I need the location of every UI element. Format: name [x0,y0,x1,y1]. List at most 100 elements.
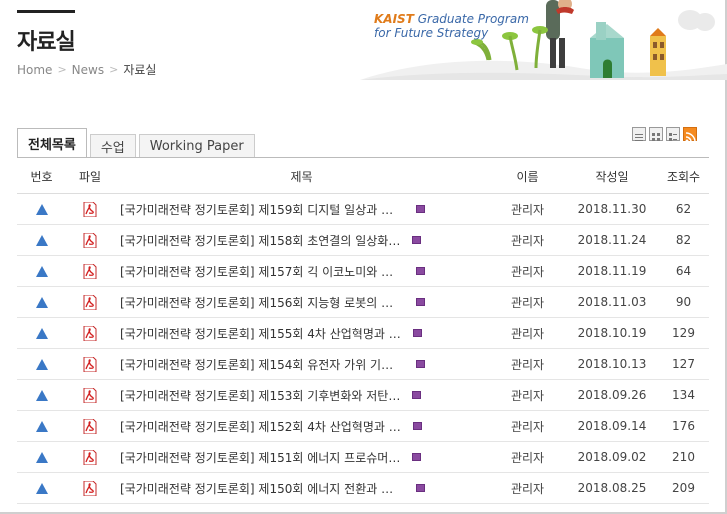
row-subject-link[interactable]: [국가미래전략 정기토론회] 제150회 에너지 전환과 미… [120,480,404,497]
row-file [66,317,114,349]
pdf-icon[interactable] [83,232,97,248]
header-date: 작성일 [566,160,658,194]
row-subject-cell: [국가미래전략 정기토론회] 제159회 디지털 일상과 스… [114,193,489,225]
tab-working-paper[interactable]: Working Paper [138,134,255,157]
tab-class[interactable]: 수업 [89,134,136,157]
list-view-icon[interactable] [632,127,646,141]
row-date: 2018.09.26 [566,379,658,411]
row-views: 127 [658,348,709,380]
table-row: [국가미래전략 정기토론회] 제154회 유전자 가위 기술… 관리자 2018… [17,348,709,380]
row-no [17,224,66,256]
pdf-icon[interactable] [83,480,97,496]
notice-icon [35,483,48,494]
pdf-icon[interactable] [83,325,97,341]
tab-all[interactable]: 전체목록 [17,128,87,157]
row-author: 관리자 [489,286,566,318]
pdf-icon[interactable] [83,449,97,465]
attachment-icon [412,391,422,399]
notice-icon [35,266,48,277]
row-subject-link[interactable]: [국가미래전략 정기토론회] 제151회 에너지 프로슈머… [120,449,400,466]
table-row: [국가미래전략 정기토론회] 제151회 에너지 프로슈머… 관리자 2018.… [17,441,709,473]
row-no [17,286,66,318]
table-row: [국가미래전략 정기토론회] 제152회 4차 산업혁명과 … 관리자 2018… [17,410,709,442]
rss-icon[interactable] [683,127,697,143]
row-subject-cell: [국가미래전략 정기토론회] 제155회 4차 산업혁명과 … [114,317,489,349]
row-subject-cell: [국가미래전략 정기토론회] 제152회 4차 산업혁명과 … [114,410,489,442]
attachment-icon [412,422,422,430]
row-no [17,379,66,411]
row-date: 2018.10.13 [566,348,658,380]
header-no: 번호 [17,160,66,194]
row-author: 관리자 [489,441,566,473]
view-mode-icons [632,127,697,143]
table-row: [국가미래전략 정기토론회] 제155회 4차 산업혁명과 … 관리자 2018… [17,317,709,349]
row-date: 2018.10.19 [566,317,658,349]
gallery-view-icon[interactable] [649,127,663,141]
row-subject-link[interactable]: [국가미래전략 정기토론회] 제158회 초연결의 일상화… [120,232,400,249]
row-subject-cell: [국가미래전략 정기토론회] 제158회 초연결의 일상화… [114,224,489,256]
attachment-icon [415,205,425,213]
header-banner: KAIST Graduate Program for Future Strate… [360,0,727,80]
attachment-icon [415,267,425,275]
tab-divider [17,157,709,158]
row-file [66,379,114,411]
row-author: 관리자 [489,379,566,411]
pdf-icon[interactable] [83,201,97,217]
row-subject-link[interactable]: [국가미래전략 정기토론회] 제157회 긱 이코노미와 일… [120,263,404,280]
notice-icon [35,328,48,339]
pdf-icon[interactable] [83,263,97,279]
pdf-icon[interactable] [83,294,97,310]
row-subject-link[interactable]: [국가미래전략 정기토론회] 제152회 4차 산업혁명과 … [120,418,401,435]
row-subject-cell: [국가미래전략 정기토론회] 제153회 기후변화와 저탄… [114,379,489,411]
breadcrumb-current: 자료실 [123,63,157,77]
breadcrumb-news[interactable]: News [72,63,104,77]
pdf-icon[interactable] [83,356,97,372]
row-no [17,472,66,504]
row-author: 관리자 [489,317,566,349]
breadcrumb: Home > News > 자료실 [17,61,156,78]
banner-line1-text: Graduate Program [417,12,529,26]
pdf-icon[interactable] [83,418,97,434]
row-date: 2018.08.25 [566,472,658,504]
row-subject-link[interactable]: [국가미래전략 정기토론회] 제155회 4차 산업혁명과 … [120,325,401,342]
row-no [17,348,66,380]
row-no [17,193,66,225]
row-author: 관리자 [489,255,566,287]
notice-icon [35,452,48,463]
row-file [66,193,114,225]
breadcrumb-home[interactable]: Home [17,63,52,77]
row-subject-link[interactable]: [국가미래전략 정기토론회] 제153회 기후변화와 저탄… [120,387,400,404]
row-no [17,410,66,442]
table-row: [국가미래전략 정기토론회] 제157회 긱 이코노미와 일… 관리자 2018… [17,255,709,287]
pdf-icon[interactable] [83,387,97,403]
table-row: [국가미래전략 정기토론회] 제159회 디지털 일상과 스… 관리자 2018… [17,193,709,225]
row-subject-cell: [국가미래전략 정기토론회] 제150회 에너지 전환과 미… [114,472,489,504]
header-file: 파일 [66,160,114,194]
row-subject-cell: [국가미래전략 정기토론회] 제154회 유전자 가위 기술… [114,348,489,380]
row-subject-link[interactable]: [국가미래전략 정기토론회] 제154회 유전자 가위 기술… [120,356,404,373]
row-date: 2018.11.24 [566,224,658,256]
notice-icon [35,235,48,246]
row-subject-link[interactable]: [국가미래전략 정기토론회] 제156회 지능형 로봇의 미… [120,294,404,311]
row-subject-link[interactable]: [국가미래전략 정기토론회] 제159회 디지털 일상과 스… [120,201,404,218]
chevron-right-icon: > [57,63,67,76]
title-accent-bar [17,10,75,13]
row-date: 2018.11.19 [566,255,658,287]
header-author: 이름 [489,160,566,194]
table-row: [국가미래전략 정기토론회] 제150회 에너지 전환과 미… 관리자 2018… [17,472,709,504]
table-header-row: 번호 파일 제목 이름 작성일 조회수 [17,160,709,194]
row-date: 2018.11.03 [566,286,658,318]
table-row: [국가미래전략 정기토론회] 제158회 초연결의 일상화… 관리자 2018.… [17,224,709,256]
attachment-icon [412,329,422,337]
row-file [66,255,114,287]
webzine-view-icon[interactable] [666,127,680,141]
chevron-right-icon: > [109,63,119,76]
banner-title: KAIST Graduate Program [374,12,529,26]
table-row: [국가미래전략 정기토론회] 제153회 기후변화와 저탄… 관리자 2018.… [17,379,709,411]
row-file [66,348,114,380]
notice-icon [35,297,48,308]
row-subject-cell: [국가미래전략 정기토론회] 제156회 지능형 로봇의 미… [114,286,489,318]
row-author: 관리자 [489,348,566,380]
table-row: [국가미래전략 정기토론회] 제156회 지능형 로봇의 미… 관리자 2018… [17,286,709,318]
row-views: 82 [658,224,709,256]
